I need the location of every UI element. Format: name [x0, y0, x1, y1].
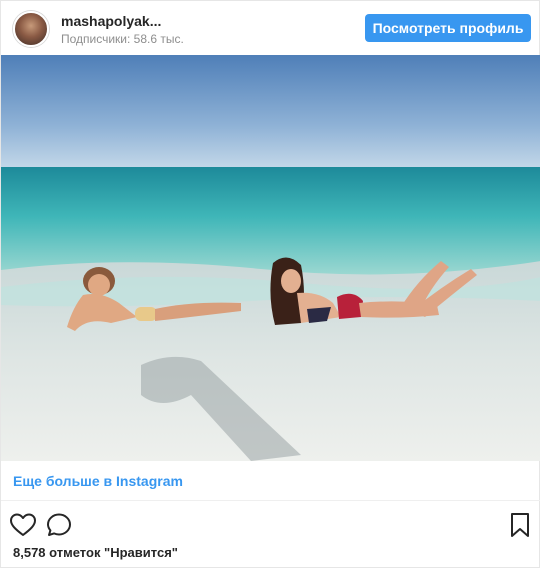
heart-icon[interactable]: [9, 511, 37, 539]
followers-count: Подписчики: 58.6 тыс.: [61, 32, 184, 46]
beach-photo-image: [1, 55, 540, 461]
instagram-embed: mashapolyak... Подписчики: 58.6 тыс. Пос…: [0, 0, 540, 568]
more-on-instagram-link[interactable]: Еще больше в Instagram: [13, 473, 183, 489]
divider: [1, 500, 540, 501]
post-photo[interactable]: [1, 55, 540, 461]
bookmark-icon[interactable]: [506, 511, 534, 539]
view-profile-button[interactable]: Посмотреть профиль: [365, 14, 531, 42]
comment-icon[interactable]: [45, 511, 73, 539]
username[interactable]: mashapolyak...: [61, 13, 161, 29]
likes-count[interactable]: 8,578 отметок "Нравится": [13, 545, 178, 560]
post-header: mashapolyak... Подписчики: 58.6 тыс. Пос…: [1, 1, 540, 55]
avatar[interactable]: [13, 11, 49, 47]
